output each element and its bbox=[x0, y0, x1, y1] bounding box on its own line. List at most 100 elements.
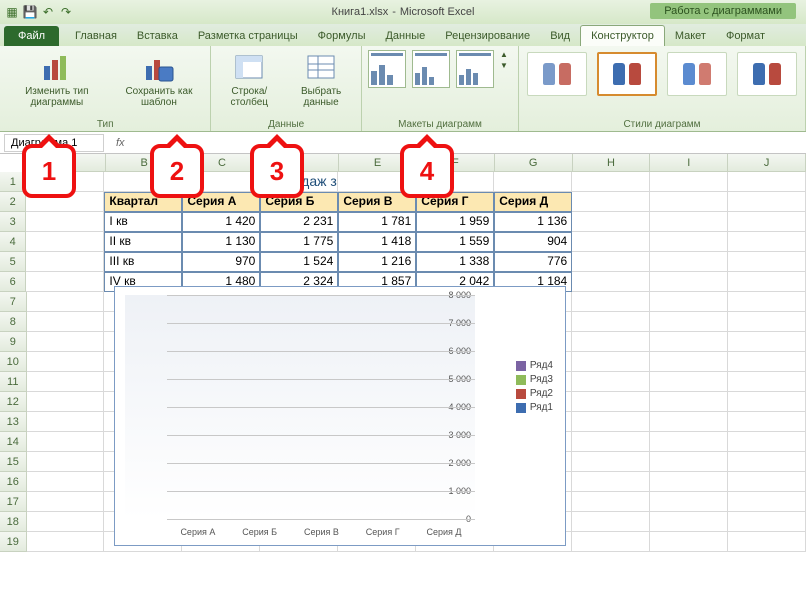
cell[interactable] bbox=[728, 492, 806, 512]
cell[interactable] bbox=[572, 292, 650, 312]
chart-layout-2[interactable] bbox=[412, 50, 450, 88]
embedded-chart[interactable]: 01 0002 0003 0004 0005 0006 0007 0008 00… bbox=[114, 286, 566, 546]
cell[interactable]: 904 bbox=[494, 232, 572, 252]
tab-review[interactable]: Рецензирование bbox=[435, 26, 540, 46]
row-header[interactable]: 14 bbox=[0, 432, 27, 452]
row-header[interactable]: 13 bbox=[0, 412, 27, 432]
row-header[interactable]: 12 bbox=[0, 392, 27, 412]
cell[interactable] bbox=[650, 192, 728, 212]
cell[interactable] bbox=[728, 512, 806, 532]
cell[interactable] bbox=[650, 352, 728, 372]
tab-format[interactable]: Формат bbox=[716, 26, 775, 46]
cell[interactable] bbox=[650, 432, 728, 452]
row-header[interactable]: 5 bbox=[0, 252, 26, 272]
chart-layout-1[interactable] bbox=[368, 50, 406, 88]
cell[interactable]: 970 bbox=[182, 252, 260, 272]
cell[interactable] bbox=[572, 512, 650, 532]
cell[interactable] bbox=[650, 332, 728, 352]
row-header[interactable]: 6 bbox=[0, 272, 26, 292]
cell[interactable] bbox=[728, 392, 806, 412]
fx-icon[interactable]: fx bbox=[108, 137, 133, 149]
chart-style-3[interactable] bbox=[667, 52, 727, 96]
cell[interactable] bbox=[27, 532, 105, 552]
cell[interactable] bbox=[728, 292, 806, 312]
cell[interactable] bbox=[728, 192, 806, 212]
cell[interactable] bbox=[572, 532, 650, 552]
cell[interactable] bbox=[650, 412, 728, 432]
redo-icon[interactable]: ↷ bbox=[58, 4, 74, 20]
cell[interactable]: 1 420 bbox=[182, 212, 260, 232]
cell[interactable] bbox=[728, 432, 806, 452]
cell[interactable] bbox=[650, 232, 728, 252]
cell[interactable] bbox=[27, 332, 105, 352]
chart-layout-3[interactable] bbox=[456, 50, 494, 88]
row-header[interactable]: 2 bbox=[0, 192, 26, 212]
cell[interactable] bbox=[572, 252, 650, 272]
row-header[interactable]: 16 bbox=[0, 472, 27, 492]
tab-formulas[interactable]: Формулы bbox=[308, 26, 376, 46]
tab-view[interactable]: Вид bbox=[540, 26, 580, 46]
cell[interactable] bbox=[572, 312, 650, 332]
cell[interactable] bbox=[26, 272, 104, 292]
cell[interactable] bbox=[728, 472, 806, 492]
cell[interactable] bbox=[572, 412, 650, 432]
cell[interactable] bbox=[27, 512, 105, 532]
cell[interactable] bbox=[572, 472, 650, 492]
cell[interactable] bbox=[26, 212, 104, 232]
cell[interactable] bbox=[572, 232, 650, 252]
cell[interactable] bbox=[650, 172, 728, 192]
cell[interactable] bbox=[650, 272, 728, 292]
cell[interactable] bbox=[650, 532, 728, 552]
row-header[interactable]: 15 bbox=[0, 452, 27, 472]
cell[interactable]: 1 524 bbox=[260, 252, 338, 272]
row-header[interactable]: 4 bbox=[0, 232, 26, 252]
cell[interactable] bbox=[26, 232, 104, 252]
cell[interactable] bbox=[728, 272, 806, 292]
row-header[interactable]: 19 bbox=[0, 532, 27, 552]
cell[interactable] bbox=[650, 472, 728, 492]
cell[interactable] bbox=[572, 172, 650, 192]
cell[interactable] bbox=[728, 412, 806, 432]
column-header[interactable]: H bbox=[573, 154, 651, 172]
cell[interactable] bbox=[728, 172, 806, 192]
cell[interactable] bbox=[572, 332, 650, 352]
cell[interactable] bbox=[572, 372, 650, 392]
cell[interactable] bbox=[27, 392, 105, 412]
cell[interactable] bbox=[650, 492, 728, 512]
cell[interactable] bbox=[572, 212, 650, 232]
cell[interactable] bbox=[650, 312, 728, 332]
row-header[interactable]: 10 bbox=[0, 352, 27, 372]
cell[interactable]: 2 231 bbox=[260, 212, 338, 232]
change-chart-type-button[interactable]: Изменить тип диаграммы bbox=[6, 50, 108, 110]
tab-insert[interactable]: Вставка bbox=[127, 26, 188, 46]
cell[interactable] bbox=[650, 452, 728, 472]
cell[interactable]: 1 559 bbox=[416, 232, 494, 252]
cell[interactable] bbox=[572, 392, 650, 412]
cell[interactable]: 1 338 bbox=[416, 252, 494, 272]
undo-icon[interactable]: ↶ bbox=[40, 4, 56, 20]
cell[interactable] bbox=[572, 432, 650, 452]
cell[interactable] bbox=[27, 352, 105, 372]
row-header[interactable]: 9 bbox=[0, 332, 27, 352]
cell[interactable]: 1 136 bbox=[494, 212, 572, 232]
cell[interactable]: III кв bbox=[104, 252, 182, 272]
cell[interactable] bbox=[27, 292, 105, 312]
cell[interactable] bbox=[650, 512, 728, 532]
chart-style-2[interactable] bbox=[597, 52, 657, 96]
cell[interactable] bbox=[27, 412, 105, 432]
select-data-button[interactable]: Выбрать данные bbox=[287, 50, 355, 110]
cell[interactable]: II кв bbox=[104, 232, 182, 252]
cell[interactable]: 1 775 bbox=[260, 232, 338, 252]
cell[interactable]: 1 418 bbox=[338, 232, 416, 252]
chart-style-4[interactable] bbox=[737, 52, 797, 96]
cell[interactable] bbox=[728, 532, 806, 552]
row-header[interactable]: 18 bbox=[0, 512, 27, 532]
cell[interactable]: 1 216 bbox=[338, 252, 416, 272]
tab-pagelayout[interactable]: Разметка страницы bbox=[188, 26, 308, 46]
cell[interactable] bbox=[572, 492, 650, 512]
cell[interactable] bbox=[572, 272, 650, 292]
cell[interactable]: 776 bbox=[494, 252, 572, 272]
cell[interactable] bbox=[728, 312, 806, 332]
row-header[interactable]: 7 bbox=[0, 292, 27, 312]
cell[interactable]: 1 781 bbox=[338, 212, 416, 232]
